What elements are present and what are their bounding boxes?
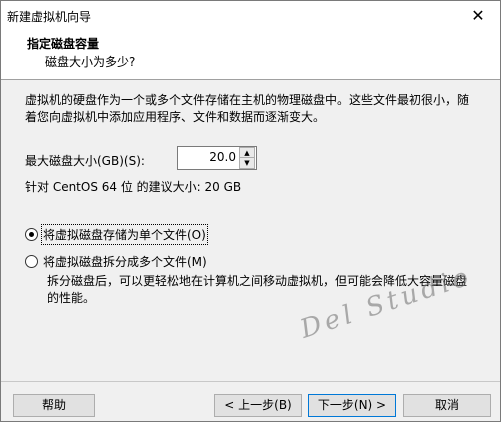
radio-multi-indicator[interactable]	[25, 255, 38, 268]
help-button[interactable]: 帮助	[13, 394, 95, 417]
page-subtitle: 磁盘大小为多少?	[45, 55, 136, 69]
wizard-header: 指定磁盘容量 磁盘大小为多少?	[1, 31, 500, 80]
radio-multi-file[interactable]: 将虚拟磁盘拆分成多个文件(M)	[25, 253, 207, 270]
wizard-footer: 帮助 < 上一步(B) 下一步(N) > 取消	[1, 381, 500, 422]
close-icon[interactable]: ✕	[456, 1, 500, 31]
disk-size-label: 最大磁盘大小(GB)(S):	[25, 154, 145, 168]
back-button[interactable]: < 上一步(B)	[214, 394, 302, 417]
spin-down-icon[interactable]: ▼	[239, 157, 255, 169]
disk-size-spinbox[interactable]: 20.0 ▲ ▼	[177, 146, 257, 170]
title-bar: 新建虚拟机向导 ✕	[1, 1, 500, 31]
window-title: 新建虚拟机向导	[7, 10, 92, 24]
disk-size-value[interactable]: 20.0	[209, 150, 236, 164]
radio-multi-label[interactable]: 将虚拟磁盘拆分成多个文件(M)	[43, 253, 207, 270]
disk-description: 虚拟机的硬盘作为一个或多个文件存储在主机的物理磁盘中。这些文件最初很小，随着您向…	[25, 93, 470, 124]
radio-single-label[interactable]: 将虚拟磁盘存储为单个文件(O)	[41, 224, 208, 245]
next-button[interactable]: 下一步(N) >	[308, 394, 396, 417]
radio-single-indicator[interactable]	[25, 228, 38, 241]
cancel-button[interactable]: 取消	[403, 394, 491, 417]
wizard-window: 新建虚拟机向导 ✕ 指定磁盘容量 磁盘大小为多少? 虚拟机的硬盘作为一个或多个文…	[0, 0, 501, 422]
recommended-size: 针对 CentOS 64 位 的建议大小: 20 GB	[25, 180, 242, 194]
radio-single-file[interactable]: 将虚拟磁盘存储为单个文件(O)	[25, 224, 208, 245]
wizard-content: 虚拟机的硬盘作为一个或多个文件存储在主机的物理磁盘中。这些文件最初很小，随着您向…	[1, 80, 500, 380]
page-title: 指定磁盘容量	[27, 37, 100, 51]
